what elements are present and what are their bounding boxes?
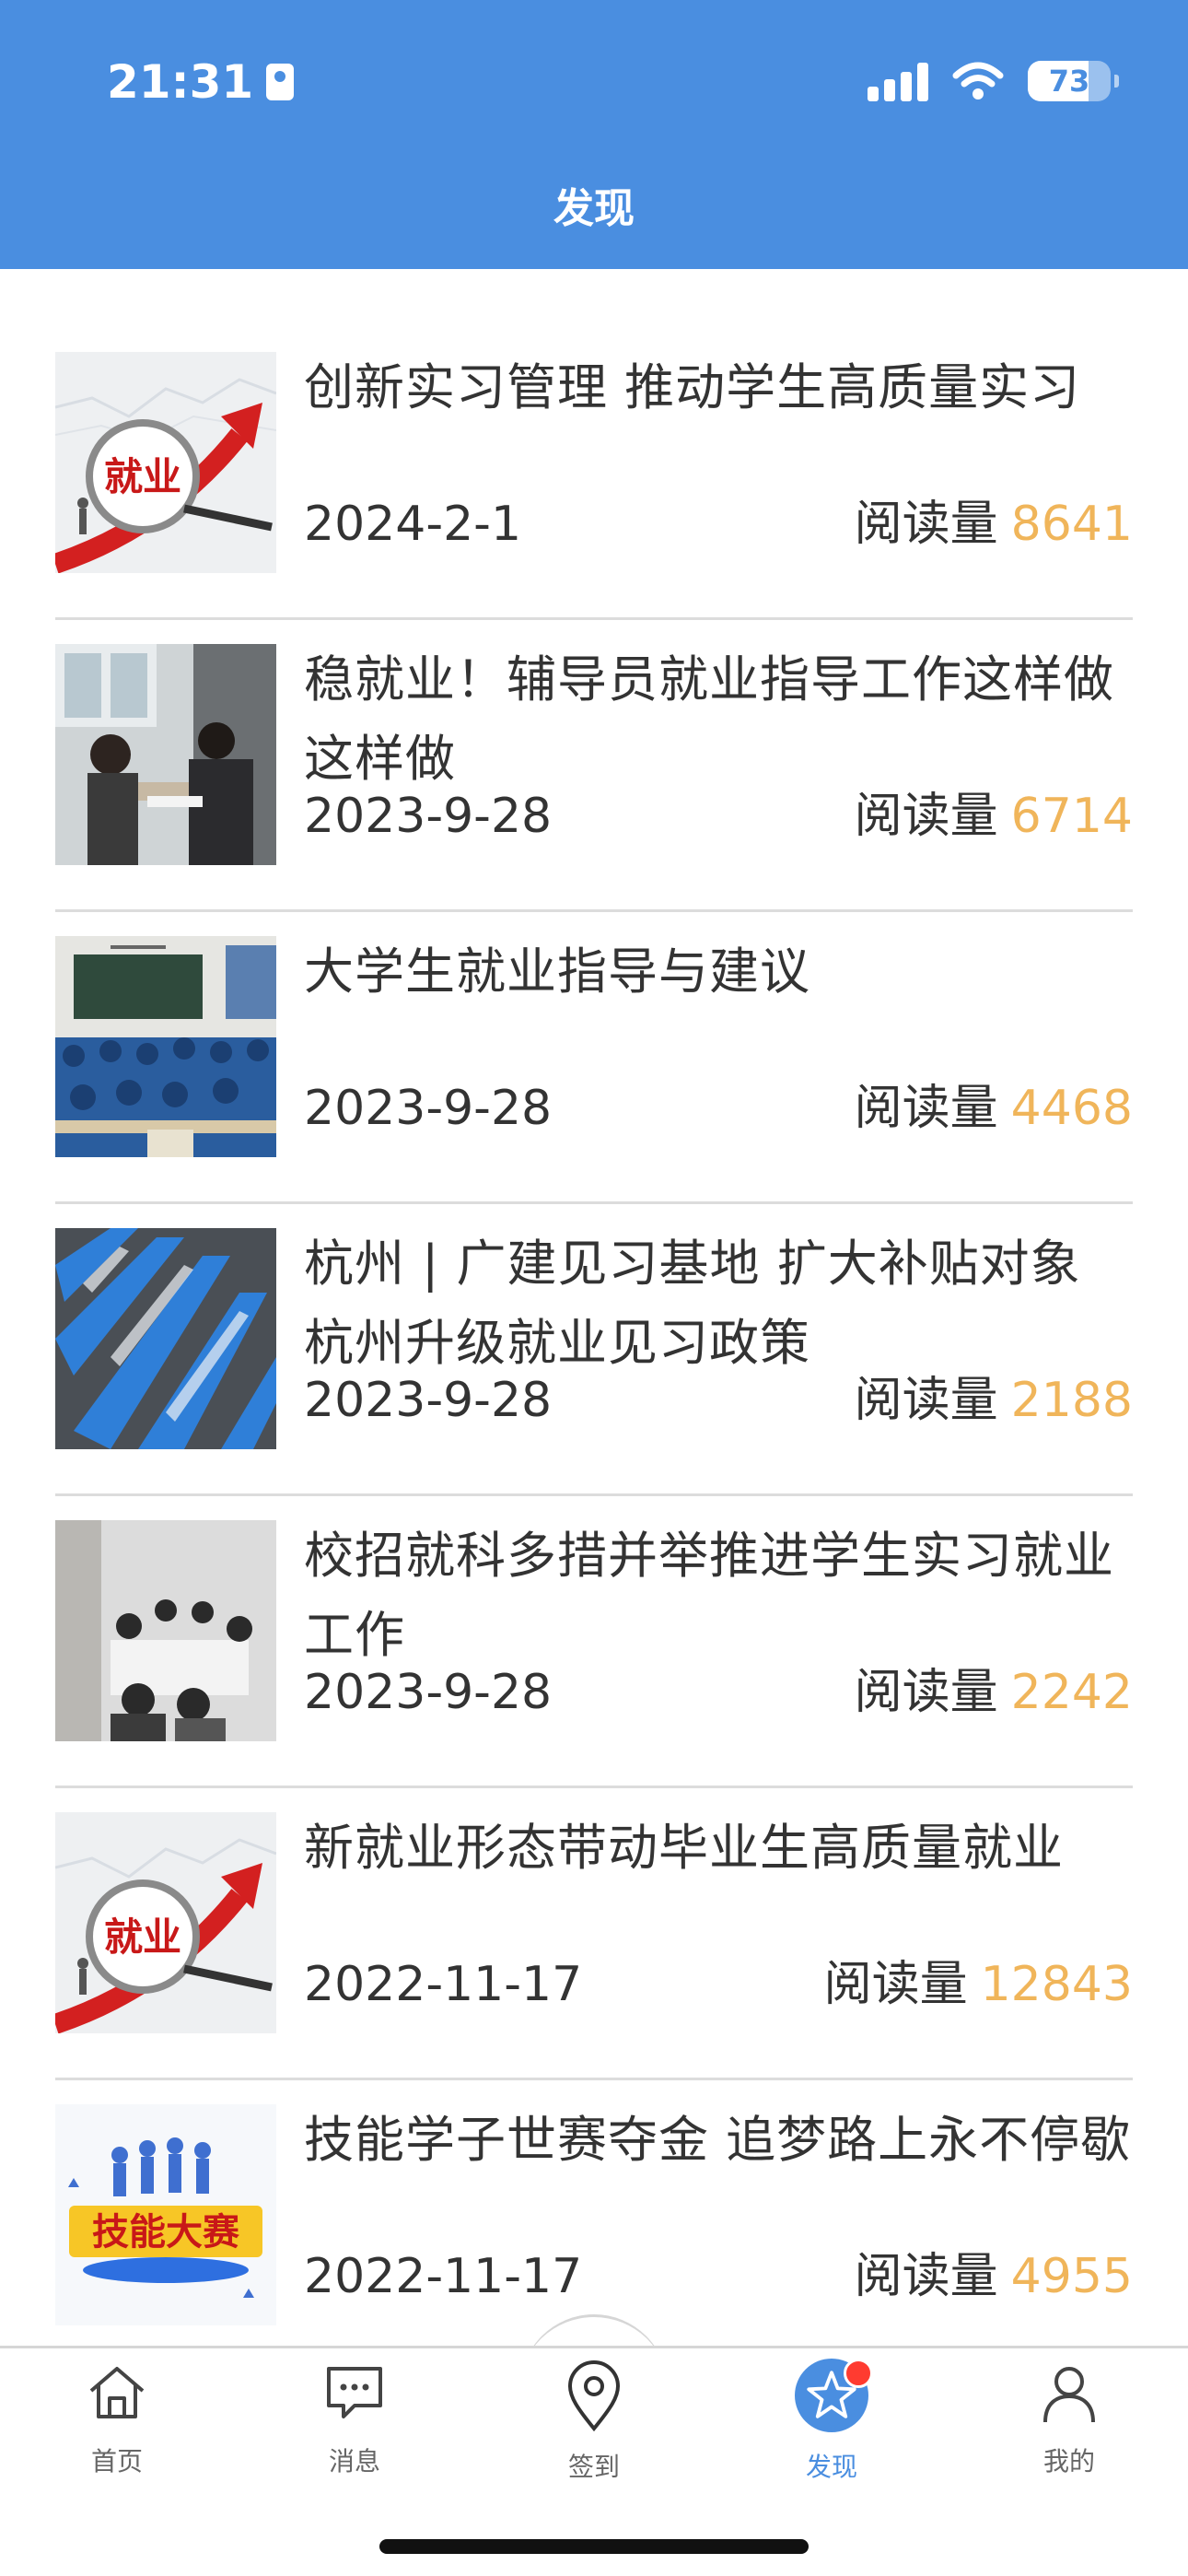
thumb-jiuye-text: 就业: [104, 1914, 181, 1960]
home-icon: [80, 2359, 154, 2427]
article-thumbnail: [55, 1520, 276, 1741]
article-thumbnail: [55, 1228, 276, 1449]
read-label: 阅读量: [823, 1957, 968, 2012]
article-item[interactable]: 大学生就业指导与建议 2023-9-28 阅读量 4468: [55, 912, 1133, 1204]
user-icon: [1032, 2359, 1106, 2427]
tab-label: 签到: [567, 2452, 620, 2482]
read-count: 阅读量 4955: [855, 2244, 1133, 2309]
page-title: 发现: [553, 185, 635, 232]
thumb-skills-text: 技能大赛: [92, 2211, 240, 2254]
read-count: 阅读量 4468: [855, 1076, 1133, 1141]
portrait-lock-icon: [266, 64, 295, 100]
app-header: 21:31 73 发现: [0, 0, 1188, 269]
article-date: 2024-2-1: [304, 497, 522, 552]
wifi-icon: [952, 62, 1004, 100]
read-count-value: 8641: [1010, 497, 1133, 552]
tab-label: 首页: [90, 2446, 143, 2476]
read-label: 阅读量: [854, 1081, 998, 1136]
article-date: 2023-9-28: [304, 1373, 553, 1428]
read-count-value: 4955: [1010, 2249, 1133, 2304]
read-label: 阅读量: [854, 497, 998, 552]
article-item[interactable]: 稳就业！辅导员就业指导工作这样做这样做 2023-9-28 阅读量 6714: [55, 620, 1133, 912]
article-list: 就业 创新实习管理 推动学生高质量实习 2024-2-1 阅读量 8641 稳就…: [55, 328, 1133, 2372]
read-count: 阅读量 2242: [855, 1660, 1133, 1725]
article-thumbnail: 就业: [55, 1812, 276, 2033]
tab-discover[interactable]: 发现: [758, 2359, 905, 2482]
article-date: 2022-11-17: [304, 2249, 583, 2304]
tab-label: 消息: [328, 2446, 380, 2476]
read-count-value: 4468: [1010, 1081, 1133, 1136]
read-count: 阅读量 6714: [855, 784, 1133, 849]
read-count-value: 12843: [980, 1957, 1133, 2012]
status-indicators: 73: [868, 53, 1119, 109]
read-count: 阅读量 2188: [855, 1368, 1133, 1433]
article-thumbnail: 技能大赛: [55, 2104, 276, 2325]
read-label: 阅读量: [854, 2249, 998, 2304]
article-item[interactable]: 杭州 | 广建见习基地 扩大补贴对象 杭州升级就业见习政策 2023-9-28 …: [55, 1204, 1133, 1496]
status-time: 21:31: [107, 52, 295, 112]
article-title: 校招就科多措并举推进学生实习就业工作: [304, 1527, 1114, 1664]
tab-label: 发现: [805, 2452, 857, 2482]
article-title: 技能学子世赛夺金 追梦路上永不停歇: [304, 2111, 1132, 2169]
battery-icon: 73: [1028, 61, 1119, 101]
article-thumbnail: [55, 936, 276, 1157]
read-count: 阅读量 12843: [824, 1952, 1133, 2017]
read-count-value: 6714: [1010, 789, 1133, 844]
article-date: 2023-9-28: [304, 789, 553, 844]
status-time-text: 21:31: [107, 55, 254, 109]
thumb-jiuye-text: 就业: [104, 454, 181, 499]
article-title: 稳就业！辅导员就业指导工作这样做这样做: [304, 650, 1114, 788]
message-icon: [318, 2359, 391, 2427]
article-date: 2023-9-28: [304, 1081, 553, 1136]
article-thumbnail: [55, 644, 276, 865]
home-indicator[interactable]: [379, 2539, 809, 2554]
article-title: 新就业形态带动毕业生高质量就业: [304, 1819, 1064, 1877]
read-label: 阅读量: [854, 789, 998, 844]
read-count-value: 2188: [1010, 1373, 1133, 1428]
notification-badge: [844, 2359, 873, 2388]
cellular-signal-icon: [868, 61, 928, 101]
read-count: 阅读量 8641: [855, 492, 1133, 556]
article-title: 杭州 | 广建见习基地 扩大补贴对象 杭州升级就业见习政策: [304, 1235, 1081, 1372]
battery-level: 73: [1048, 64, 1090, 99]
article-date: 2023-9-28: [304, 1665, 553, 1720]
tab-checkin[interactable]: 签到: [520, 2359, 668, 2482]
article-thumbnail: 就业: [55, 352, 276, 573]
tab-mine[interactable]: 我的: [996, 2359, 1143, 2478]
tab-messages[interactable]: 消息: [281, 2359, 428, 2478]
read-count-value: 2242: [1010, 1665, 1133, 1720]
article-title: 大学生就业指导与建议: [304, 943, 810, 1001]
article-date: 2022-11-17: [304, 1957, 583, 2012]
article-item[interactable]: 就业 新就业形态带动毕业生高质量就业 2022-11-17 阅读量 12843: [55, 1788, 1133, 2080]
article-title: 创新实习管理 推动学生高质量实习: [304, 358, 1081, 416]
read-label: 阅读量: [854, 1373, 998, 1428]
article-item[interactable]: 就业 创新实习管理 推动学生高质量实习 2024-2-1 阅读量 8641: [55, 328, 1133, 620]
tab-label: 我的: [1042, 2446, 1095, 2476]
read-label: 阅读量: [854, 1665, 998, 1720]
article-item[interactable]: 校招就科多措并举推进学生实习就业工作 2023-9-28 阅读量 2242: [55, 1496, 1133, 1788]
location-pin-icon: [557, 2359, 631, 2432]
tab-home[interactable]: 首页: [43, 2359, 191, 2478]
